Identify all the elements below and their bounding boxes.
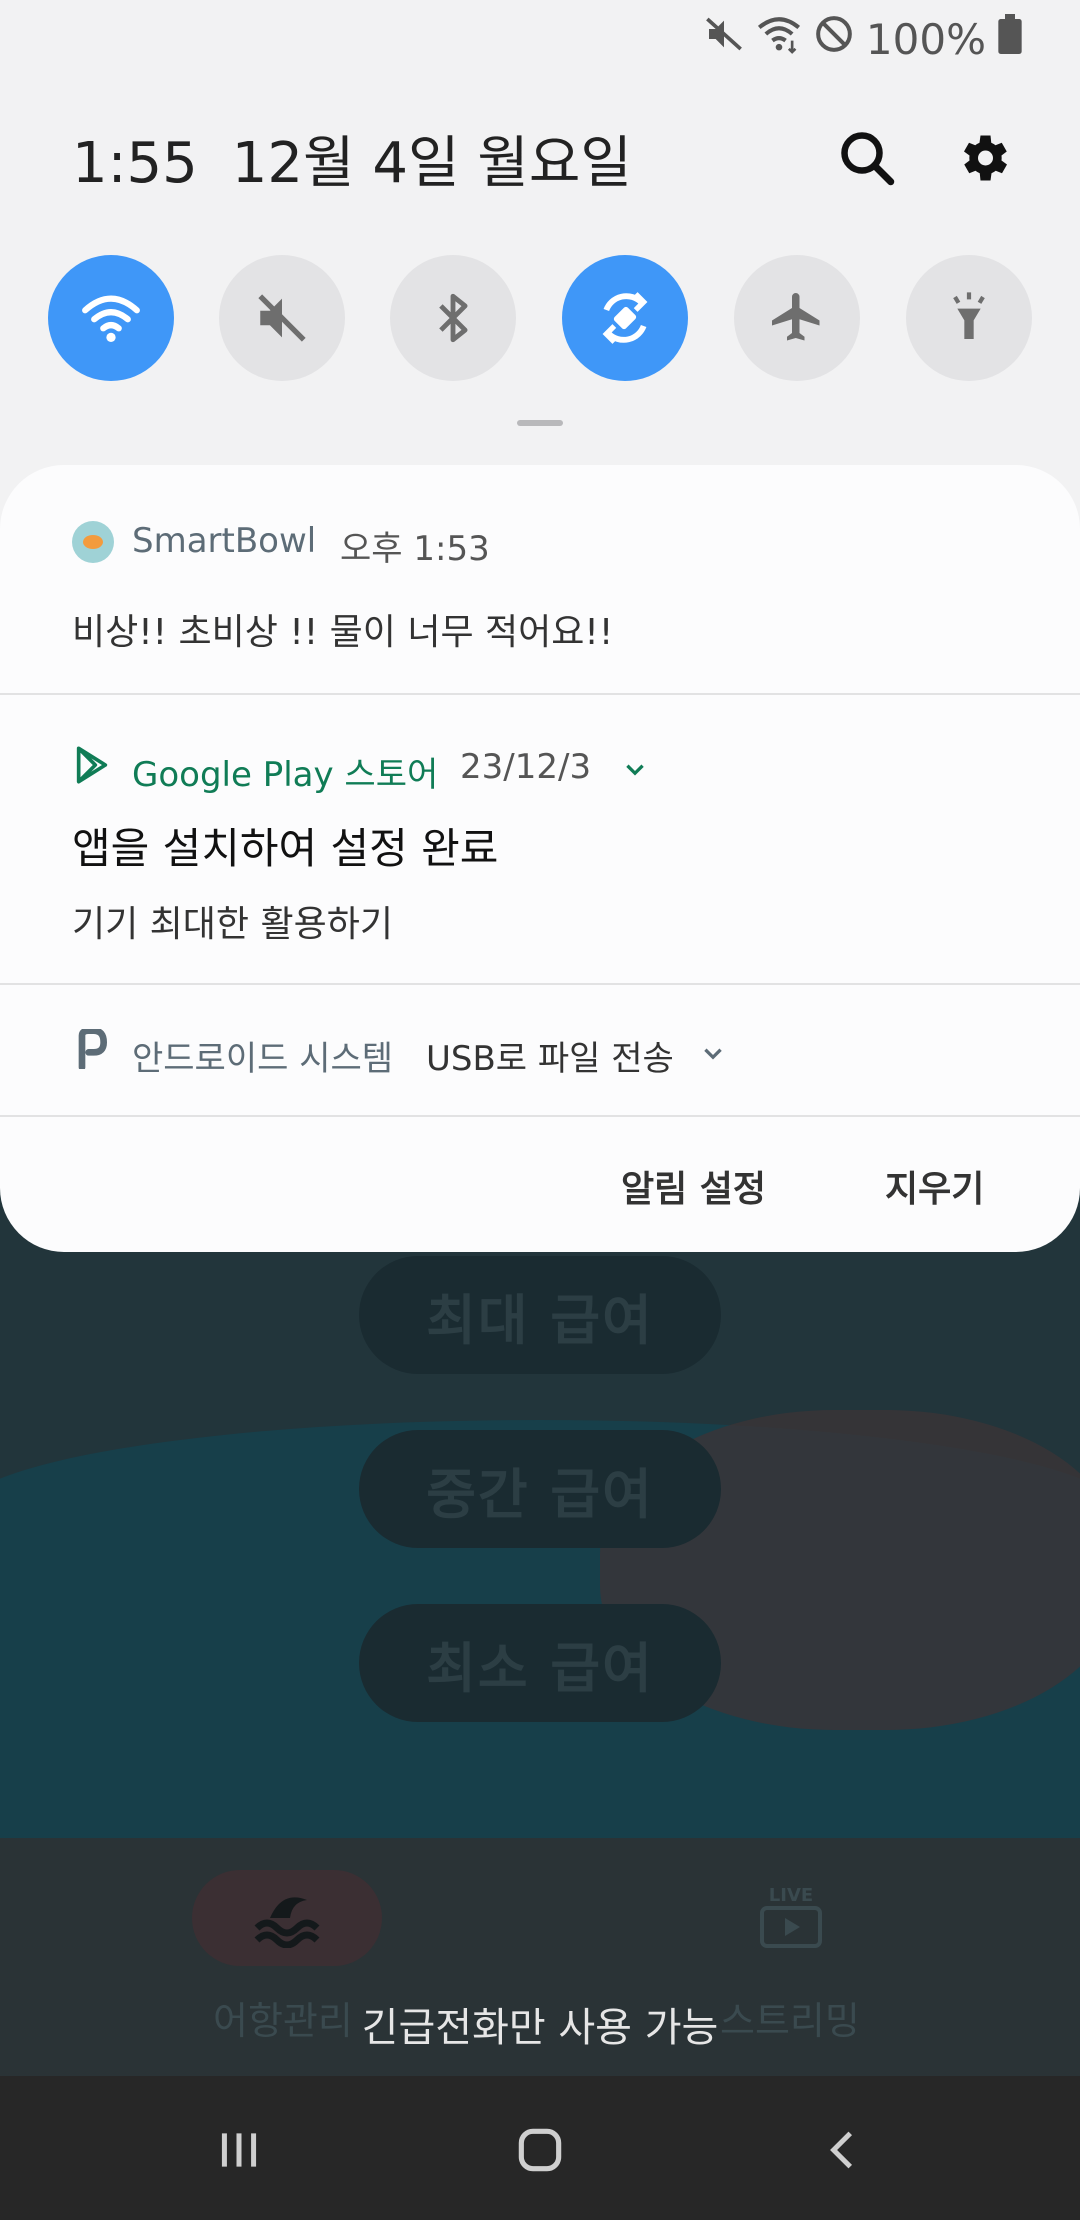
divider [0, 1115, 1080, 1117]
medium-feed-button: 중간 급여 [359, 1430, 721, 1548]
wifi-toggle-icon [82, 295, 140, 343]
flashlight-toggle[interactable] [906, 255, 1032, 381]
play-expand-chevron-icon[interactable] [622, 757, 648, 783]
mute-toggle-icon [258, 294, 306, 342]
sound-toggle[interactable] [219, 255, 345, 381]
android-system-app-name: 안드로이드 시스템 [132, 1039, 394, 1079]
mute-icon [704, 14, 744, 64]
max-feed-button: 최대 급여 [359, 1256, 721, 1374]
smartbowl-message: 비상!! 초비상 !! 물이 너무 적어요!! [72, 612, 614, 653]
back-icon [830, 2131, 853, 2169]
bluetooth-toggle[interactable] [390, 255, 516, 381]
notification-smartbowl[interactable]: SmartBowl 오후 1:53 비상!! 초비상 !! 물이 너무 적어요!… [0, 465, 1080, 693]
recent-apps-button[interactable] [199, 2110, 279, 2190]
emergency-calls-toast: 긴급전화만 사용 가능 [361, 2005, 719, 2051]
android-system-icon [74, 1027, 110, 1073]
android-system-message: USB로 파일 전송 [426, 1039, 674, 1079]
notification-settings-button[interactable]: 알림 설정 [621, 1160, 766, 1212]
clear-all-button[interactable]: 지우기 [885, 1160, 984, 1212]
recents-icon [221, 2133, 257, 2167]
notification-panel: SmartBowl 오후 1:53 비상!! 초비상 !! 물이 너무 적어요!… [0, 465, 1080, 1252]
play-time: 23/12/3 [460, 747, 592, 787]
settings-gear-icon[interactable] [953, 128, 1013, 188]
play-title: 앱을 설치하여 설정 완료 [72, 824, 499, 873]
clock-date: 1:55 12월 4일 월요일 [72, 118, 666, 199]
smartbowl-app-name: SmartBowl [132, 521, 317, 561]
date-text: 12월 4일 월요일 [231, 131, 632, 196]
home-button[interactable] [500, 2110, 580, 2190]
back-button[interactable] [804, 2110, 884, 2190]
clock-time: 1:55 [72, 131, 198, 196]
wifi-icon [756, 14, 802, 64]
home-icon [518, 2128, 562, 2172]
notification-google-play[interactable]: Google Play 스토어 23/12/3 앱을 설치하여 설정 완료 기기… [0, 695, 1080, 983]
wifi-toggle[interactable] [48, 255, 174, 381]
play-app-name: Google Play 스토어 [132, 755, 439, 795]
play-store-icon [72, 745, 112, 789]
min-feed-button: 최소 급여 [359, 1604, 721, 1722]
bluetooth-icon [439, 293, 468, 343]
do-not-disturb-icon [814, 14, 854, 64]
airplane-toggle[interactable] [734, 255, 860, 381]
play-message: 기기 최대한 활용하기 [72, 904, 393, 945]
flashlight-icon [953, 292, 985, 339]
panel-drag-handle[interactable] [517, 420, 563, 426]
airplane-icon [772, 293, 820, 341]
notification-android-system[interactable]: 안드로이드 시스템 USB로 파일 전송 [0, 985, 1080, 1115]
android-expand-chevron-icon[interactable] [700, 1041, 726, 1067]
live-label: LIVE [768, 1885, 814, 1906]
rotate-icon [602, 292, 648, 344]
smartbowl-app-icon [72, 521, 114, 563]
aquarium-tab-icon [192, 1870, 382, 1966]
battery-icon [998, 14, 1022, 64]
streaming-tab-icon: LIVE [758, 1885, 824, 1951]
battery-percent: 100% [865, 14, 986, 64]
auto-rotate-toggle[interactable] [562, 255, 688, 381]
smartbowl-time: 오후 1:53 [340, 529, 490, 569]
status-bar: 100% [704, 14, 1022, 64]
search-icon[interactable] [837, 128, 897, 188]
